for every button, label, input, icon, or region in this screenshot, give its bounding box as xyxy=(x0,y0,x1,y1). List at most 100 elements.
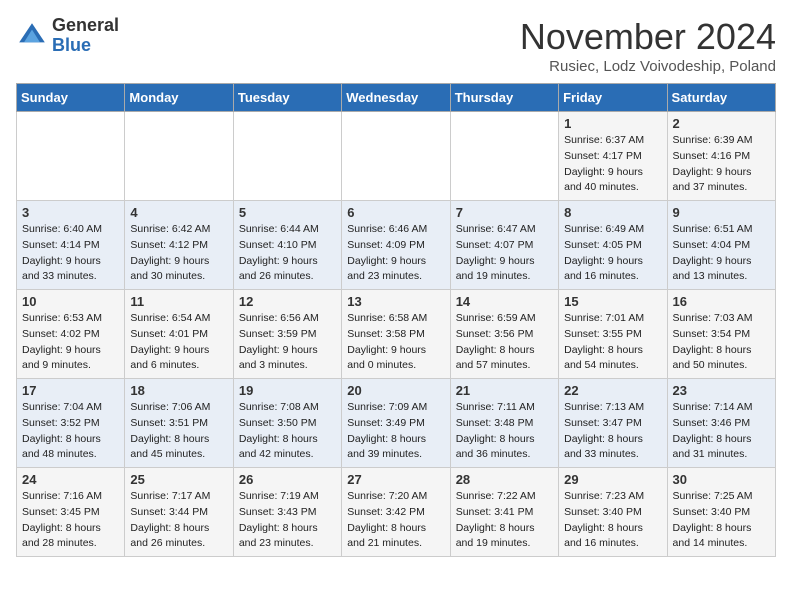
day-number: 24 xyxy=(22,472,119,487)
day-header-tuesday: Tuesday xyxy=(233,84,341,112)
day-info: Sunrise: 6:53 AM Sunset: 4:02 PM Dayligh… xyxy=(22,311,119,374)
calendar-cell xyxy=(17,112,125,201)
day-info: Sunrise: 6:37 AM Sunset: 4:17 PM Dayligh… xyxy=(564,133,661,196)
day-number: 5 xyxy=(239,205,336,220)
calendar-week-row: 24Sunrise: 7:16 AM Sunset: 3:45 PM Dayli… xyxy=(17,468,776,557)
day-info: Sunrise: 7:11 AM Sunset: 3:48 PM Dayligh… xyxy=(456,400,553,463)
day-number: 11 xyxy=(130,294,227,309)
day-info: Sunrise: 6:51 AM Sunset: 4:04 PM Dayligh… xyxy=(673,222,770,285)
calendar-cell: 27Sunrise: 7:20 AM Sunset: 3:42 PM Dayli… xyxy=(342,468,450,557)
day-number: 28 xyxy=(456,472,553,487)
calendar-cell: 22 Sunrise: 7:13 AM Sunset: 3:47 PM Dayli… xyxy=(559,379,667,468)
title-block: November 2024 Rusiec, Lodz Voivodeship, … xyxy=(520,16,776,75)
day-info: Sunrise: 6:44 AM Sunset: 4:10 PM Dayligh… xyxy=(239,222,336,285)
calendar-cell: 16Sunrise: 7:03 AM Sunset: 3:54 PM Dayli… xyxy=(667,290,775,379)
calendar-cell: 28 Sunrise: 7:22 AM Sunset: 3:41 PM Dayli… xyxy=(450,468,558,557)
day-number: 22 xyxy=(564,383,661,398)
calendar-cell: 3 Sunrise: 6:40 AM Sunset: 4:14 PM Daylig… xyxy=(17,201,125,290)
day-number: 4 xyxy=(130,205,227,220)
day-info: Sunrise: 7:25 AM Sunset: 3:40 PM Dayligh… xyxy=(673,489,770,552)
day-number: 29 xyxy=(564,472,661,487)
calendar-cell: 4Sunrise: 6:42 AM Sunset: 4:12 PM Daylig… xyxy=(125,201,233,290)
logo-icon xyxy=(16,20,48,52)
day-number: 25 xyxy=(130,472,227,487)
day-info: Sunrise: 6:47 AM Sunset: 4:07 PM Dayligh… xyxy=(456,222,553,285)
calendar-cell: 15 Sunrise: 7:01 AM Sunset: 3:55 PM Dayli… xyxy=(559,290,667,379)
day-number: 2 xyxy=(673,116,770,131)
logo-text: General Blue xyxy=(52,16,119,56)
day-info: Sunrise: 6:49 AM Sunset: 4:05 PM Dayligh… xyxy=(564,222,661,285)
logo-general: General xyxy=(52,16,119,36)
day-info: Sunrise: 7:09 AM Sunset: 3:49 PM Dayligh… xyxy=(347,400,444,463)
day-info: Sunrise: 6:58 AM Sunset: 3:58 PM Dayligh… xyxy=(347,311,444,374)
calendar-cell: 14 Sunrise: 6:59 AM Sunset: 3:56 PM Dayli… xyxy=(450,290,558,379)
calendar-cell xyxy=(233,112,341,201)
location-subtitle: Rusiec, Lodz Voivodeship, Poland xyxy=(520,58,776,75)
calendar-cell: 2 Sunrise: 6:39 AM Sunset: 4:16 PM Daylig… xyxy=(667,112,775,201)
day-info: Sunrise: 6:59 AM Sunset: 3:56 PM Dayligh… xyxy=(456,311,553,374)
calendar-cell: 26 Sunrise: 7:19 AM Sunset: 3:43 PM Dayli… xyxy=(233,468,341,557)
day-number: 23 xyxy=(673,383,770,398)
day-info: Sunrise: 7:06 AM Sunset: 3:51 PM Dayligh… xyxy=(130,400,227,463)
day-number: 13 xyxy=(347,294,444,309)
day-info: Sunrise: 7:22 AM Sunset: 3:41 PM Dayligh… xyxy=(456,489,553,552)
day-info: Sunrise: 7:20 AM Sunset: 3:42 PM Dayligh… xyxy=(347,489,444,552)
day-number: 17 xyxy=(22,383,119,398)
calendar-cell xyxy=(125,112,233,201)
day-info: Sunrise: 7:08 AM Sunset: 3:50 PM Dayligh… xyxy=(239,400,336,463)
calendar-cell: 10Sunrise: 6:53 AM Sunset: 4:02 PM Dayli… xyxy=(17,290,125,379)
day-header-monday: Monday xyxy=(125,84,233,112)
calendar-week-row: 1 Sunrise: 6:37 AM Sunset: 4:17 PM Daylig… xyxy=(17,112,776,201)
day-info: Sunrise: 6:39 AM Sunset: 4:16 PM Dayligh… xyxy=(673,133,770,196)
calendar-cell xyxy=(342,112,450,201)
day-info: Sunrise: 7:23 AM Sunset: 3:40 PM Dayligh… xyxy=(564,489,661,552)
calendar-cell: 30 Sunrise: 7:25 AM Sunset: 3:40 PM Dayli… xyxy=(667,468,775,557)
day-number: 14 xyxy=(456,294,553,309)
day-number: 15 xyxy=(564,294,661,309)
day-number: 18 xyxy=(130,383,227,398)
month-title: November 2024 xyxy=(520,16,776,58)
calendar-table: SundayMondayTuesdayWednesdayThursdayFrid… xyxy=(16,83,776,557)
day-info: Sunrise: 7:14 AM Sunset: 3:46 PM Dayligh… xyxy=(673,400,770,463)
calendar-cell: 9Sunrise: 6:51 AM Sunset: 4:04 PM Daylig… xyxy=(667,201,775,290)
calendar-cell: 21 Sunrise: 7:11 AM Sunset: 3:48 PM Dayli… xyxy=(450,379,558,468)
day-number: 30 xyxy=(673,472,770,487)
calendar-cell: 29 Sunrise: 7:23 AM Sunset: 3:40 PM Dayli… xyxy=(559,468,667,557)
day-info: Sunrise: 7:01 AM Sunset: 3:55 PM Dayligh… xyxy=(564,311,661,374)
calendar-cell: 20 Sunrise: 7:09 AM Sunset: 3:49 PM Dayli… xyxy=(342,379,450,468)
day-number: 26 xyxy=(239,472,336,487)
day-number: 1 xyxy=(564,116,661,131)
day-info: Sunrise: 7:13 AM Sunset: 3:47 PM Dayligh… xyxy=(564,400,661,463)
calendar-cell: 24Sunrise: 7:16 AM Sunset: 3:45 PM Dayli… xyxy=(17,468,125,557)
day-info: Sunrise: 6:40 AM Sunset: 4:14 PM Dayligh… xyxy=(22,222,119,285)
day-number: 21 xyxy=(456,383,553,398)
calendar-cell: 17 Sunrise: 7:04 AM Sunset: 3:52 PM Dayli… xyxy=(17,379,125,468)
day-number: 16 xyxy=(673,294,770,309)
calendar-cell: 8 Sunrise: 6:49 AM Sunset: 4:05 PM Daylig… xyxy=(559,201,667,290)
logo: General Blue xyxy=(16,16,119,56)
day-info: Sunrise: 7:19 AM Sunset: 3:43 PM Dayligh… xyxy=(239,489,336,552)
day-number: 20 xyxy=(347,383,444,398)
day-header-saturday: Saturday xyxy=(667,84,775,112)
day-info: Sunrise: 7:04 AM Sunset: 3:52 PM Dayligh… xyxy=(22,400,119,463)
day-header-thursday: Thursday xyxy=(450,84,558,112)
day-info: Sunrise: 6:56 AM Sunset: 3:59 PM Dayligh… xyxy=(239,311,336,374)
calendar-cell: 5 Sunrise: 6:44 AM Sunset: 4:10 PM Daylig… xyxy=(233,201,341,290)
calendar-week-row: 10Sunrise: 6:53 AM Sunset: 4:02 PM Dayli… xyxy=(17,290,776,379)
calendar-cell: 13 Sunrise: 6:58 AM Sunset: 3:58 PM Dayli… xyxy=(342,290,450,379)
day-header-wednesday: Wednesday xyxy=(342,84,450,112)
calendar-cell: 23 Sunrise: 7:14 AM Sunset: 3:46 PM Dayli… xyxy=(667,379,775,468)
calendar-cell xyxy=(450,112,558,201)
day-header-friday: Friday xyxy=(559,84,667,112)
calendar-cell: 7Sunrise: 6:47 AM Sunset: 4:07 PM Daylig… xyxy=(450,201,558,290)
day-info: Sunrise: 6:46 AM Sunset: 4:09 PM Dayligh… xyxy=(347,222,444,285)
day-header-sunday: Sunday xyxy=(17,84,125,112)
calendar-cell: 1 Sunrise: 6:37 AM Sunset: 4:17 PM Daylig… xyxy=(559,112,667,201)
day-number: 8 xyxy=(564,205,661,220)
day-number: 3 xyxy=(22,205,119,220)
calendar-cell: 18 Sunrise: 7:06 AM Sunset: 3:51 PM Dayli… xyxy=(125,379,233,468)
calendar-week-row: 17 Sunrise: 7:04 AM Sunset: 3:52 PM Dayli… xyxy=(17,379,776,468)
logo-blue: Blue xyxy=(52,36,119,56)
page-header: General Blue November 2024 Rusiec, Lodz … xyxy=(16,16,776,75)
day-number: 19 xyxy=(239,383,336,398)
